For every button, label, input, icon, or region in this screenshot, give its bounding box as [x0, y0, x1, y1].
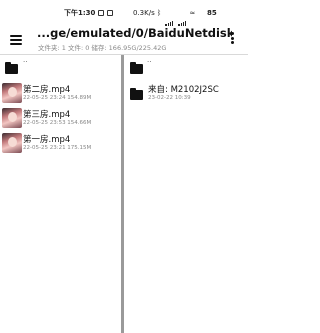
folder-meta: 23-02-22 10:39: [148, 95, 191, 101]
status-bar: 下午1:30 0.3K/s ᛒ ≈ 85: [0, 0, 248, 26]
file-name: 第三房.mp4: [23, 110, 71, 120]
file-row[interactable]: 第三房.mp4 22-05-25 23:53 154.66M: [0, 107, 121, 131]
menu-icon[interactable]: [10, 35, 22, 45]
parent-folder-row[interactable]: ..: [124, 55, 248, 77]
notification-icon: [98, 10, 104, 16]
video-thumbnail: [2, 108, 22, 128]
battery-level: 85: [207, 9, 217, 17]
right-pane: .. 来自: M2102J2SC 23-02-22 10:39: [124, 55, 248, 333]
video-thumbnail: [2, 133, 22, 153]
notification-icon: [107, 10, 113, 16]
network-speed: 0.3K/s: [133, 9, 155, 17]
left-pane: .. 第二房.mp4 22-05-25 23:24 154.89M 第三房.mp…: [0, 55, 121, 333]
file-name: 第一房.mp4: [23, 135, 71, 145]
signal-icon: [165, 0, 174, 26]
app-bar: ...ge/emulated/0/BaiduNetdisk/ 文件夹: 1 文件…: [0, 26, 248, 54]
signal-icon: [178, 0, 187, 26]
file-row[interactable]: 第一房.mp4 22-05-25 23:21 175.15M: [0, 132, 121, 156]
folder-icon: [5, 62, 18, 74]
folder-icon: [130, 88, 143, 100]
file-meta: 22-05-25 23:21 175.15M: [23, 145, 92, 151]
parent-folder-row[interactable]: ..: [0, 55, 121, 77]
file-meta: 22-05-25 23:53 154.66M: [23, 120, 92, 126]
folder-row[interactable]: 来自: M2102J2SC 23-02-22 10:39: [124, 82, 248, 106]
file-meta: 22-05-25 23:24 154.89M: [23, 95, 92, 101]
bluetooth-icon: ᛒ: [156, 9, 162, 17]
video-thumbnail: [2, 83, 22, 103]
more-options-icon[interactable]: [230, 32, 236, 48]
parent-folder-label: ..: [147, 56, 152, 64]
current-path: ...ge/emulated/0/BaiduNetdisk/: [37, 26, 232, 40]
folder-icon: [130, 62, 143, 74]
storage-summary: 文件夹: 1 文件: 0 储存: 166.95G/225.42G: [38, 44, 167, 52]
parent-folder-label: ..: [23, 56, 28, 64]
status-right: 0.3K/s ᛒ ≈: [133, 0, 195, 26]
wifi-icon: ≈: [189, 9, 196, 17]
folder-name: 来自: M2102J2SC: [148, 85, 219, 95]
file-row[interactable]: 第二房.mp4 22-05-25 23:24 154.89M: [0, 82, 121, 106]
status-time: 下午1:30: [64, 9, 96, 17]
file-name: 第二房.mp4: [23, 85, 71, 95]
